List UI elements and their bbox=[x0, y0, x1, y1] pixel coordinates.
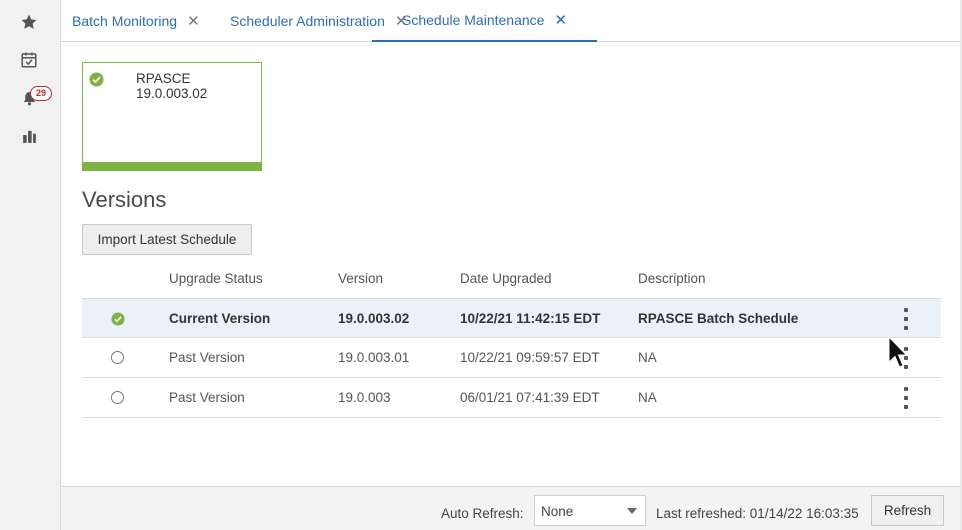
auto-refresh-value[interactable]: None bbox=[541, 504, 573, 519]
description-cell: RPASCE Batch Schedule bbox=[638, 311, 799, 326]
import-latest-schedule-button[interactable]: Import Latest Schedule bbox=[82, 224, 252, 255]
refresh-button[interactable]: Refresh bbox=[871, 495, 944, 526]
calendar-check-icon[interactable] bbox=[19, 50, 39, 70]
auto-refresh-select[interactable]: None bbox=[534, 495, 646, 526]
star-icon[interactable] bbox=[19, 12, 39, 32]
version-cell: 19.0.003 bbox=[338, 390, 391, 405]
date-upgraded-cell: 10/22/21 09:59:57 EDT bbox=[460, 350, 600, 365]
more-actions-icon[interactable] bbox=[902, 387, 910, 409]
chevron-down-icon[interactable] bbox=[627, 508, 637, 514]
column-header-version[interactable]: Version bbox=[338, 271, 383, 286]
close-icon[interactable]: ✕ bbox=[554, 11, 567, 29]
table-row[interactable]: Current Version 19.0.003.02 10/22/21 11:… bbox=[82, 298, 941, 338]
version-card[interactable]: RPASCE 19.0.003.02 bbox=[82, 62, 262, 171]
date-upgraded-cell: 10/22/21 11:42:15 EDT bbox=[460, 311, 601, 326]
tab-label[interactable]: Batch Monitoring bbox=[72, 13, 177, 29]
footer-bar: Auto Refresh: None Last refreshed: 01/14… bbox=[61, 486, 962, 530]
table-row[interactable]: Past Version 19.0.003 06/01/21 07:41:39 … bbox=[82, 378, 941, 418]
auto-refresh-label: Auto Refresh: bbox=[441, 506, 524, 521]
tab-label[interactable]: Schedule Maintenance bbox=[402, 12, 544, 28]
more-actions-icon[interactable] bbox=[902, 308, 910, 330]
upgrade-status-cell: Past Version bbox=[169, 350, 245, 365]
tab-bar: Batch Monitoring ✕ Scheduler Administrat… bbox=[61, 0, 962, 42]
tab-label[interactable]: Scheduler Administration bbox=[230, 13, 385, 29]
upgrade-status-cell: Past Version bbox=[169, 390, 245, 405]
check-circle-icon bbox=[89, 72, 104, 87]
tab-schedule-maintenance[interactable]: Schedule Maintenance ✕ bbox=[372, 0, 598, 42]
mouse-cursor-icon bbox=[888, 336, 908, 368]
tab-batch-monitoring[interactable]: Batch Monitoring ✕ bbox=[72, 0, 200, 41]
notification-badge: 29 bbox=[30, 86, 52, 101]
radio-button[interactable] bbox=[111, 351, 124, 364]
upgrade-status-cell: Current Version bbox=[169, 311, 271, 326]
left-rail: 29 bbox=[0, 0, 61, 530]
last-refreshed-text: Last refreshed: 01/14/22 16:03:35 bbox=[656, 506, 859, 521]
description-cell: NA bbox=[638, 350, 657, 365]
section-heading: Versions bbox=[82, 187, 167, 212]
table-row[interactable]: Past Version 19.0.003.01 10/22/21 09:59:… bbox=[82, 338, 941, 378]
radio-button[interactable] bbox=[111, 391, 124, 404]
column-header-description[interactable]: Description bbox=[638, 271, 706, 286]
close-icon[interactable]: ✕ bbox=[187, 12, 200, 30]
date-upgraded-cell: 06/01/21 07:41:39 EDT bbox=[460, 390, 600, 405]
bar-chart-icon[interactable] bbox=[19, 126, 39, 146]
description-cell: NA bbox=[638, 390, 657, 405]
version-cell: 19.0.003.01 bbox=[338, 350, 410, 365]
card-status-bar bbox=[83, 162, 261, 170]
card-title: RPASCE 19.0.003.02 bbox=[136, 71, 208, 101]
check-circle-icon bbox=[111, 312, 125, 326]
column-header-upgrade-status[interactable]: Upgrade Status bbox=[169, 271, 263, 286]
column-header-date-upgraded[interactable]: Date Upgraded bbox=[460, 271, 552, 286]
version-cell: 19.0.003.02 bbox=[338, 311, 410, 326]
